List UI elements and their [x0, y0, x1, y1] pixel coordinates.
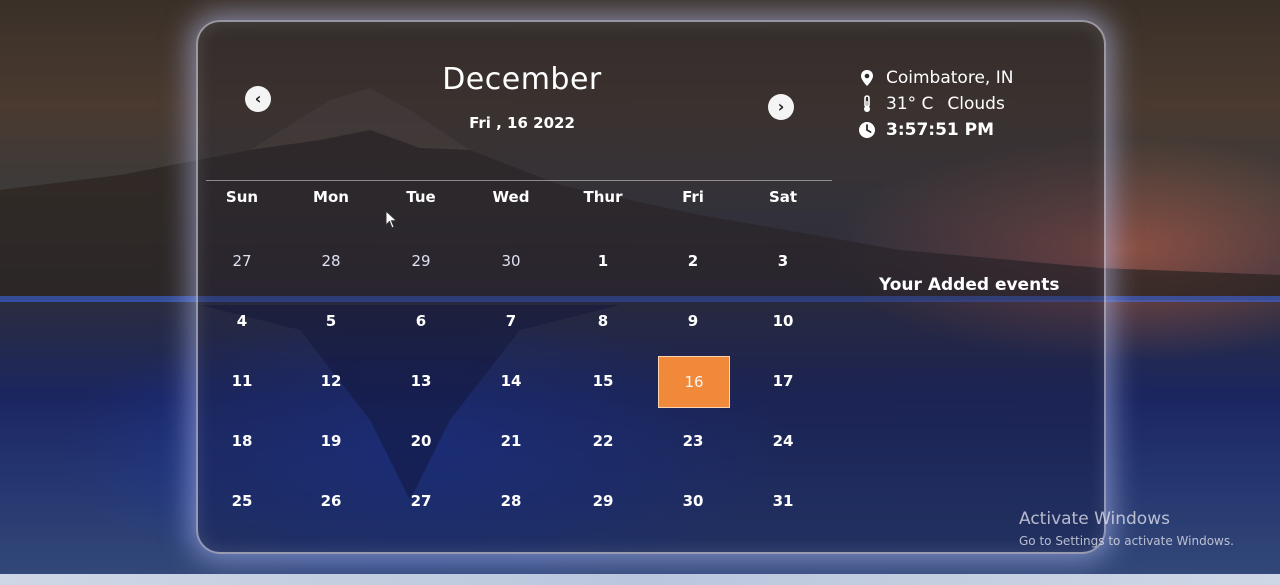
calendar-day[interactable]: 28	[296, 236, 366, 286]
weather-condition: Clouds	[947, 94, 1005, 114]
calendar-day[interactable]: 23	[658, 416, 728, 466]
calendar-day[interactable]: 17	[748, 356, 818, 406]
weekday-label: Thur	[583, 188, 623, 206]
weekday-label: Sun	[225, 188, 259, 206]
calendar-day[interactable]: 15	[568, 356, 638, 406]
calendar-day[interactable]: 14	[476, 356, 546, 406]
chevron-right-icon: ›	[777, 97, 785, 116]
calendar-day[interactable]: 31	[748, 476, 818, 526]
next-month-button[interactable]: ›	[768, 94, 794, 120]
weekday-label: Fri	[682, 188, 704, 206]
calendar-day[interactable]: 26	[296, 476, 366, 526]
calendar-day[interactable]: 27	[207, 236, 277, 286]
calendar-day[interactable]: 12	[296, 356, 366, 406]
weekday-label: Mon	[313, 188, 349, 206]
calendar-day[interactable]: 2	[658, 236, 728, 286]
thermometer-icon	[858, 95, 876, 113]
calendar-day[interactable]: 6	[386, 296, 456, 346]
calendar-day[interactable]: 1	[568, 236, 638, 286]
location-row: Coimbatore, IN	[858, 68, 1013, 88]
calendar-day[interactable]: 5	[296, 296, 366, 346]
calendar-day[interactable]: 24	[748, 416, 818, 466]
calendar-day[interactable]: 7	[476, 296, 546, 346]
calendar-day[interactable]: 9	[658, 296, 728, 346]
calendar-day[interactable]: 29	[568, 476, 638, 526]
time-text: 3:57:51 PM	[886, 120, 995, 140]
weekday-label: Wed	[492, 188, 530, 206]
temperature-text: 31° C	[886, 94, 934, 114]
time-row: 3:57:51 PM	[858, 120, 994, 140]
calendar-day[interactable]: 13	[386, 356, 456, 406]
activate-windows-title: Activate Windows	[1019, 509, 1170, 529]
calendar-day[interactable]: 22	[568, 416, 638, 466]
calendar-day[interactable]: 27	[386, 476, 456, 526]
activate-windows-subtitle: Go to Settings to activate Windows.	[1019, 534, 1234, 548]
calendar-day[interactable]: 3	[748, 236, 818, 286]
calendar-day[interactable]: 19	[296, 416, 366, 466]
weekday-label: Sat	[768, 188, 798, 206]
calendar-day[interactable]: 18	[207, 416, 277, 466]
calendar-day[interactable]: 30	[658, 476, 728, 526]
header-divider	[206, 180, 832, 181]
calendar-day[interactable]: 8	[568, 296, 638, 346]
calendar-day[interactable]: 21	[476, 416, 546, 466]
current-date: Fri , 16 2022	[469, 114, 575, 132]
calendar-day[interactable]: 30	[476, 236, 546, 286]
prev-month-button[interactable]: ‹	[245, 86, 271, 112]
month-title: December	[442, 62, 602, 97]
calendar-day[interactable]: 11	[207, 356, 277, 406]
clock-icon	[858, 121, 876, 139]
calendar-day[interactable]: 28	[476, 476, 546, 526]
calendar-day[interactable]: 25	[207, 476, 277, 526]
events-heading: Your Added events	[879, 275, 1060, 295]
taskbar-edge	[0, 574, 1280, 585]
mouse-cursor-icon	[385, 210, 398, 229]
calendar-day[interactable]: 4	[207, 296, 277, 346]
calendar-day[interactable]: 16	[658, 356, 730, 408]
calendar-day[interactable]: 20	[386, 416, 456, 466]
weekday-label: Tue	[406, 188, 436, 206]
weather-row: 31° C Clouds	[858, 94, 1005, 114]
chevron-left-icon: ‹	[254, 89, 262, 108]
location-text: Coimbatore, IN	[886, 68, 1014, 88]
calendar-day[interactable]: 29	[386, 236, 456, 286]
map-pin-icon	[858, 69, 876, 87]
calendar-day[interactable]: 10	[748, 296, 818, 346]
